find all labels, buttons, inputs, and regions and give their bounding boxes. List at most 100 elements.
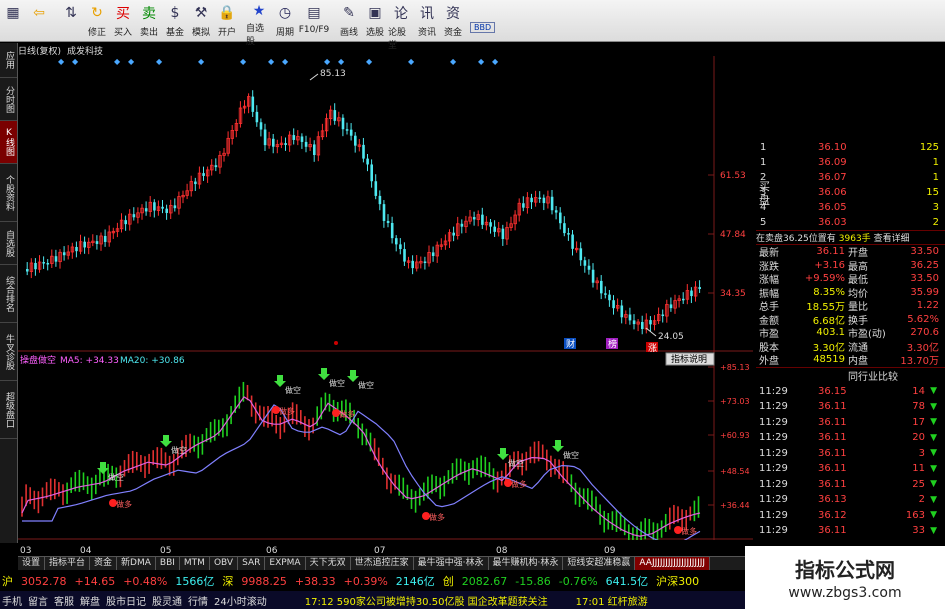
status-link-2[interactable]: 客服 <box>54 593 74 608</box>
indicator-help-button[interactable]: 指标说明 <box>665 352 715 366</box>
side-tab-5[interactable]: 综合排名 <box>0 265 17 323</box>
indicator-tab-4[interactable]: BBI <box>156 557 180 570</box>
tick-price: 36.11 <box>818 416 847 428</box>
indicator-tab-0[interactable]: 设置 <box>18 557 46 570</box>
refresh-icon: ↻ <box>91 5 103 21</box>
toolbar-button-0[interactable]: ▦ <box>0 0 26 42</box>
toolbar-button-15[interactable]: 讯资讯 <box>414 0 440 42</box>
toolbar-button-4[interactable]: 买买入 <box>110 0 136 42</box>
tick-volume: 14 <box>912 385 925 397</box>
stat-row: 外盘 48519 内盘 13.70万 <box>756 353 945 367</box>
toolbar-button-9[interactable]: ★ 自选股 <box>246 0 272 47</box>
order-info-link[interactable]: 查看详细 <box>874 231 910 244</box>
cy-label: 创 <box>442 575 454 588</box>
stat-row: 涨跌 +3.16 最高 36.25 <box>756 259 945 273</box>
tick-time: 11:29 <box>759 525 788 537</box>
side-tab-4[interactable]: 自选股 <box>0 222 17 265</box>
toolbar-button-3[interactable]: ↻ 修正 <box>84 0 110 42</box>
candle-body <box>349 129 353 136</box>
candle-body <box>641 322 644 329</box>
stat-value: 3.30亿 <box>812 342 845 354</box>
indicator-tab-selected[interactable]: AAJJJJJJJJJJJJJJJJJJJJ <box>635 557 711 570</box>
toolbar-button-6[interactable]: $ 基金 <box>162 0 188 42</box>
industry-row[interactable]: 同行业比较 <box>756 366 945 384</box>
indicator-tab-2[interactable]: 资金 <box>90 557 118 570</box>
indicator-tab-7[interactable]: SAR <box>238 557 266 570</box>
toolbar: ▦ ⇦ ⇅ ↻ 修正买买入卖卖出 $ 基金 ⚒ 模拟 🔒 开户 ★ 自选股 ◷ 周期 ▤ F10/F9 ✎ 画线 ▣ 选… <box>0 0 945 51</box>
candle-body <box>124 220 127 225</box>
status-link-1[interactable]: 留言 <box>28 593 48 608</box>
down-arrow-icon: ▼ <box>930 463 937 474</box>
side-tab-3[interactable]: 个股资料 <box>0 164 17 222</box>
date-label: 03 <box>20 546 31 555</box>
date-label: 09 <box>604 546 616 555</box>
indicator-tab-9[interactable]: 天下无双 <box>306 557 351 570</box>
side-tab-1[interactable]: 分时图 <box>0 78 17 121</box>
candle-body <box>682 298 685 301</box>
toolbar-button-5[interactable]: 卖卖出 <box>136 0 162 42</box>
toolbar-button-label: 周期 <box>275 28 294 38</box>
candle-body <box>194 181 197 185</box>
buy-signal-label: 做多 <box>511 479 527 489</box>
candle-body <box>431 252 435 256</box>
order-book-row: 2 36.07 1 <box>756 170 945 185</box>
sell-signal-label: 做空 <box>171 445 187 455</box>
indicator-tab-6[interactable]: OBV <box>210 557 239 570</box>
indicator-tab-3[interactable]: 新DMA <box>117 557 156 570</box>
candle-body <box>661 314 665 317</box>
bbd-button[interactable]: BBD <box>470 22 496 33</box>
candle-body <box>341 117 345 130</box>
down-arrow-icon: ▼ <box>930 417 937 428</box>
toolbar-button-7[interactable]: ⚒ 模拟 <box>188 0 214 42</box>
indicator-tab-13[interactable]: 短线安超准稳赢 <box>563 557 636 570</box>
candle-body <box>202 173 205 176</box>
kline-main-chart[interactable]: ◆ ◆ ◆ ◆ ◆ ◆ ◆ ◆ ◆ ◆ ◆ ◆ ◆ ◆ ◆ ◆ 85.13 24.05 61.53 47.84 34.3… <box>18 56 753 352</box>
toolbar-button-1[interactable]: ⇦ <box>26 0 52 42</box>
indicator-tab-1[interactable]: 指标平台 <box>45 557 91 570</box>
status-link-0[interactable]: 手机 <box>2 593 22 608</box>
news-ticker-2[interactable]: 17:01 红杆旅游 <box>576 593 648 608</box>
news-ticker-1[interactable]: 17:12 590家公司被增持30.50亿股 国企改革题获关注 <box>305 593 548 608</box>
toolbar-button-2[interactable]: ⇅ <box>58 0 84 42</box>
candle-body <box>698 287 701 289</box>
stock-name: 成发科技 <box>67 47 104 57</box>
toolbar-button-13[interactable]: ▣ 选股 <box>362 0 388 42</box>
stat-value-2: 35.99 <box>910 286 939 298</box>
side-tab-2[interactable]: K线图 <box>0 121 17 164</box>
order-price: 36.07 <box>818 172 847 183</box>
status-link-3[interactable]: 解盘 <box>80 593 100 608</box>
toolbar-button-8[interactable]: 🔒 开户 <box>214 0 240 42</box>
event-diamond-icon: ◆ <box>58 57 65 66</box>
indicator-tab-10[interactable]: 世杰追控庄家 <box>351 557 414 570</box>
status-link-7[interactable]: 24小时滚动 <box>214 593 267 608</box>
toolbar-button-16[interactable]: 资资金 <box>440 0 466 42</box>
status-link-4[interactable]: 股市日记 <box>106 593 146 608</box>
indicator-tab-11[interactable]: 最牛强中强·林永 <box>414 557 489 570</box>
status-link-5[interactable]: 股灵通 <box>152 593 182 608</box>
candle-body <box>608 294 611 301</box>
toolbar-button-11[interactable]: ▤ F10/F9 <box>298 0 330 42</box>
indicator-tab-12[interactable]: 最牛赚机构·林永 <box>489 557 564 570</box>
toolbar-button-10[interactable]: ◷ 周期 <box>272 0 298 42</box>
industry-label[interactable]: 同行业比较 <box>848 368 898 383</box>
side-tab-7[interactable]: 超级盘口 <box>0 381 17 439</box>
indicator-tab-8[interactable]: EXPMA <box>265 557 306 570</box>
toolbar-button-12[interactable]: ✎ 画线 <box>336 0 362 42</box>
candle-body <box>173 205 177 209</box>
candle-body <box>604 293 607 295</box>
candle-body <box>538 197 542 200</box>
toolbar-button-14[interactable]: 论论股堂 <box>388 0 414 51</box>
down-arrow-icon: ▼ <box>930 448 937 459</box>
date-axis: 03 04 05 06 07 08 09 <box>20 546 616 555</box>
candle-body <box>54 256 58 262</box>
status-link-6[interactable]: 行情 <box>188 593 208 608</box>
period-label[interactable]: 日线(复权) <box>18 44 61 57</box>
side-tab-0[interactable]: 应用 <box>0 43 17 78</box>
stat-row: 金额 6.68亿 换手 5.62% <box>756 313 945 327</box>
candle-body <box>34 262 37 270</box>
brand-title: 指标公式网 <box>795 558 895 582</box>
side-tab-6[interactable]: 牛叉诊股 <box>0 323 17 381</box>
tick-row: 11:29 36.15 14 ▼ <box>756 384 945 400</box>
indicator-tab-5[interactable]: MTM <box>180 557 210 570</box>
indicator-sub-chart[interactable]: 操盘做空 MA5: +34.33 MA20: +30.86 指标说明 +85.13 +73… <box>18 352 753 540</box>
